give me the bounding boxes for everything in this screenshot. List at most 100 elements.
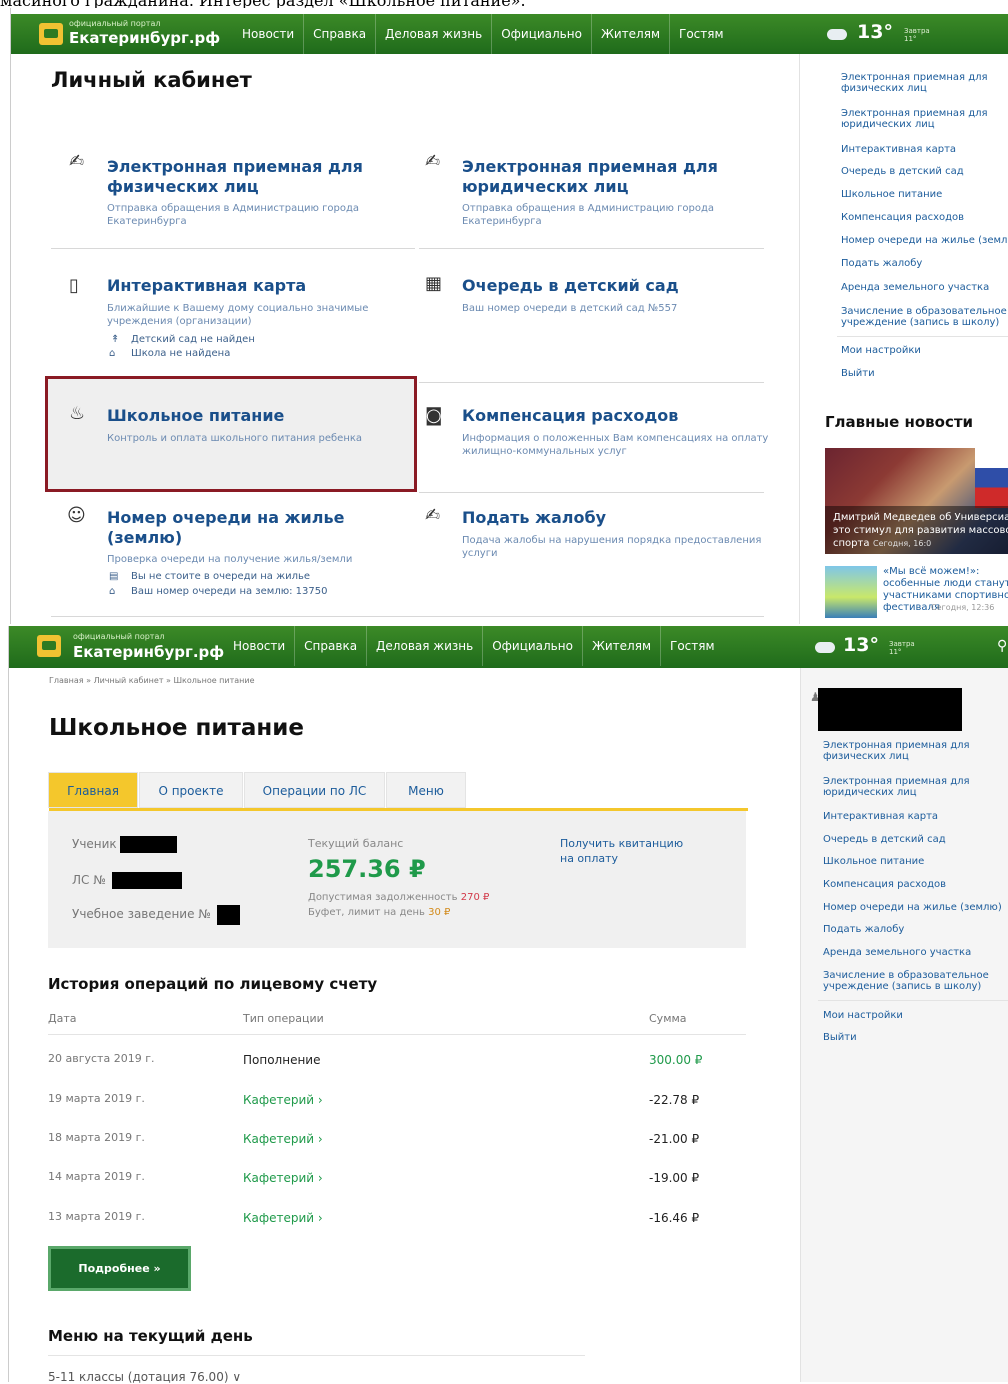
sidebar-item-settings[interactable]: Мои настройки: [823, 1010, 903, 1021]
sidebar-item-housing[interactable]: Номер очереди на жилье (землю): [823, 902, 1002, 913]
sidebar-item-reception-legal-2[interactable]: юридических лиц: [841, 119, 935, 130]
news-headline[interactable]: это стимул для развития массового: [833, 525, 1008, 536]
nav-official[interactable]: Официально: [482, 626, 582, 666]
tile-compensation-title[interactable]: Компенсация расходов: [462, 406, 678, 426]
news-headline[interactable]: участниками спортивного: [883, 590, 1008, 602]
news-headline[interactable]: «Мы всё можем!»:: [883, 566, 979, 578]
sidebar-item-housing[interactable]: Номер очереди на жилье (землю): [841, 235, 1008, 246]
sidebar-item-land-rent[interactable]: Аренда земельного участка: [841, 282, 989, 293]
sidebar-item-land-rent[interactable]: Аренда земельного участка: [823, 947, 971, 958]
sidebar-item-logout[interactable]: Выйти: [841, 368, 875, 379]
sidebar-divider: [837, 336, 1008, 337]
nav-official[interactable]: Официально: [491, 14, 591, 54]
sidebar-item-enrollment[interactable]: Зачисление в образовательное: [841, 306, 1007, 317]
breadcrumb-cabinet[interactable]: Личный кабинет: [94, 676, 164, 685]
sidebar-item-settings[interactable]: Мои настройки: [841, 345, 921, 356]
news-headline[interactable]: Дмитрий Медведев об Универсиаде:: [833, 512, 1008, 523]
tile-housing-title[interactable]: Номер очереди на жилье: [107, 508, 344, 528]
sidebar-item-school-food[interactable]: Школьное питание: [841, 189, 942, 200]
tile-housing-title-2[interactable]: (землю): [107, 528, 182, 548]
divider: [51, 248, 415, 249]
breadcrumb-home[interactable]: Главная: [49, 676, 84, 685]
sidebar-item-reception-individuals[interactable]: Электронная приемная для: [841, 72, 988, 83]
nav-news[interactable]: Новости: [224, 626, 294, 666]
student-label: Ученик: [72, 837, 117, 851]
sidebar-item-complaint[interactable]: Подать жалобу: [841, 258, 922, 269]
tile-sub: Отправка обращения в Администрацию город…: [462, 203, 715, 214]
sidebar-item-kindergarten[interactable]: Очередь в детский сад: [841, 166, 964, 177]
sidebar-item-enrollment[interactable]: Зачисление в образовательное: [823, 970, 989, 981]
nav-residents[interactable]: Жителям: [590, 14, 669, 54]
nav-help[interactable]: Справка: [303, 14, 375, 54]
sidebar-item-reception-individuals[interactable]: Электронная приемная для: [823, 740, 970, 751]
portal-name[interactable]: Екатеринбург.рф: [69, 29, 220, 47]
operation-type-link[interactable]: Кафетерий ›: [243, 1171, 323, 1185]
main-nav: Новости Справка Деловая жизнь Официально…: [233, 14, 733, 54]
sidebar-item-school-food[interactable]: Школьное питание: [823, 856, 924, 867]
tab-operations[interactable]: Операции по ЛС: [244, 772, 385, 808]
operation-type-link[interactable]: Кафетерий ›: [243, 1132, 323, 1146]
city-logo-icon[interactable]: [37, 635, 61, 657]
user-name-redacted: [818, 688, 962, 731]
tile-reception-individuals-title[interactable]: Электронная приемная для: [107, 157, 363, 177]
nav-residents[interactable]: Жителям: [581, 626, 660, 666]
sidebar-item-logout[interactable]: Выйти: [823, 1032, 857, 1043]
nav-help[interactable]: Справка: [294, 626, 366, 666]
history-title: История операций по лицевому счету: [48, 975, 378, 993]
sidebar-item-enrollment-2[interactable]: учреждение (запись в школу): [841, 317, 999, 328]
tab-main[interactable]: Главная: [48, 772, 138, 808]
money-icon: ◙: [425, 405, 443, 426]
sidebar-item-compensation[interactable]: Компенсация расходов: [823, 879, 946, 890]
operation-type-link[interactable]: Кафетерий ›: [243, 1211, 323, 1225]
nav-news[interactable]: Новости: [233, 14, 303, 54]
tab-about[interactable]: О проекте: [139, 772, 243, 808]
tile-complaint-title[interactable]: Подать жалобу: [462, 508, 606, 528]
tab-menu[interactable]: Меню: [386, 772, 466, 808]
sidebar-item-reception-individuals-2[interactable]: физических лиц: [841, 83, 927, 94]
tile-reception-individuals-title-2[interactable]: физических лиц: [107, 177, 259, 197]
news-title: Главные новости: [825, 413, 974, 431]
receipt-link-2[interactable]: на оплату: [560, 852, 618, 865]
news-headline[interactable]: спорта: [833, 538, 869, 549]
receipt-link[interactable]: Получить квитанцию: [560, 837, 683, 850]
nav-business[interactable]: Деловая жизнь: [366, 626, 482, 666]
more-button[interactable]: Подробнее »: [48, 1246, 191, 1291]
weather-tomorrow-label: Завтра: [904, 27, 930, 35]
housing-status: Вы не стоите в очереди на жилье: [131, 571, 311, 582]
tile-map-title[interactable]: Интерактивная карта: [107, 276, 306, 296]
page-title: Личный кабинет: [51, 68, 252, 92]
sidebar-item-reception-legal[interactable]: Электронная приемная для: [823, 776, 970, 787]
sidebar-item-compensation[interactable]: Компенсация расходов: [841, 212, 964, 223]
tile-school-food-title[interactable]: Школьное питание: [107, 406, 284, 426]
nav-guests[interactable]: Гостям: [669, 14, 733, 54]
tile-reception-legal-title[interactable]: Электронная приемная для: [462, 157, 718, 177]
city-logo-icon[interactable]: [39, 23, 63, 45]
search-icon[interactable]: ⚲: [997, 638, 1008, 654]
sidebar-item-enrollment-2[interactable]: учреждение (запись в школу): [823, 981, 981, 992]
sidebar-item-kindergarten[interactable]: Очередь в детский сад: [823, 834, 946, 845]
sidebar-item-map[interactable]: Интерактивная карта: [823, 811, 938, 822]
sidebar-item-map[interactable]: Интерактивная карта: [841, 144, 956, 155]
sidebar-item-reception-individuals-2[interactable]: физических лиц: [823, 751, 909, 762]
breadcrumb-separator: »: [166, 676, 171, 685]
tile-kindergarten-title[interactable]: Очередь в детский сад: [462, 276, 679, 296]
portal-name[interactable]: Екатеринбург.рф: [73, 643, 224, 661]
operation-type-link[interactable]: Кафетерий ›: [243, 1093, 323, 1107]
people-icon: ☺: [67, 505, 86, 526]
pot-icon: ♨: [69, 403, 86, 424]
news-headline[interactable]: особенные люди станут: [883, 578, 1008, 590]
weather-tomorrow-temp: 11°: [889, 648, 902, 656]
tile-reception-legal-title-2[interactable]: юридических лиц: [462, 177, 628, 197]
map-icon: ▯: [69, 275, 79, 296]
news-photo[interactable]: Дмитрий Медведев об Универсиаде: это сти…: [825, 448, 1008, 554]
nav-guests[interactable]: Гостям: [660, 626, 724, 666]
sidebar-item-reception-legal-2[interactable]: юридических лиц: [823, 787, 917, 798]
breadcrumb-current: Школьное питание: [173, 676, 255, 685]
nav-business[interactable]: Деловая жизнь: [375, 14, 491, 54]
tile-sub: Ваш номер очереди в детский сад №557: [462, 303, 678, 314]
sidebar-item-reception-legal[interactable]: Электронная приемная для: [841, 108, 988, 119]
col-sum-header: Сумма: [649, 1012, 687, 1025]
news-thumbnail[interactable]: [825, 566, 877, 618]
sidebar-item-complaint[interactable]: Подать жалобу: [823, 924, 904, 935]
site-header: официальный портал Екатеринбург.рф Новос…: [9, 626, 1008, 668]
